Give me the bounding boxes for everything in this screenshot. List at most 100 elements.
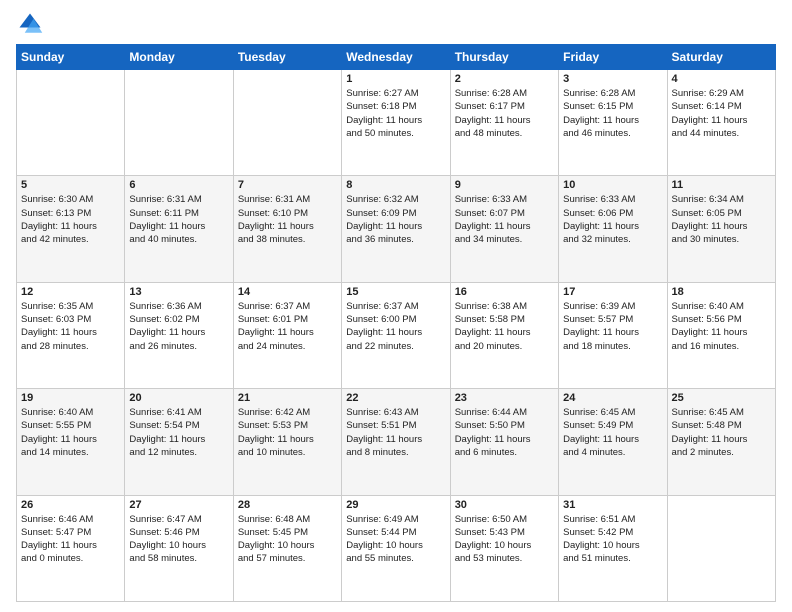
calendar-cell (17, 70, 125, 176)
day-info: Sunrise: 6:45 AM Sunset: 5:49 PM Dayligh… (563, 406, 662, 459)
weekday-header-saturday: Saturday (667, 45, 775, 70)
calendar-cell: 28Sunrise: 6:48 AM Sunset: 5:45 PM Dayli… (233, 495, 341, 601)
calendar-cell: 14 Sunrise: 6:37 AM Sunset: 6:01 PM Dayli… (233, 282, 341, 388)
day-info: Sunrise: 6:37 AM Sunset: 6:01 PM Dayligh… (238, 300, 337, 353)
day-info: Sunrise: 6:33 AM Sunset: 6:06 PM Dayligh… (563, 193, 662, 246)
calendar-cell: 7Sunrise: 6:31 AM Sunset: 6:10 PM Daylig… (233, 176, 341, 282)
calendar-week-row: 1 Sunrise: 6:27 AM Sunset: 6:18 PM Daylig… (17, 70, 776, 176)
day-number: 25 (672, 392, 771, 404)
day-info: Sunrise: 6:33 AM Sunset: 6:07 PM Dayligh… (455, 193, 554, 246)
calendar-week-row: 5Sunrise: 6:30 AM Sunset: 6:13 PM Daylig… (17, 176, 776, 282)
day-number: 11 (672, 179, 771, 191)
day-number: 18 (672, 286, 771, 298)
header (16, 10, 776, 38)
calendar-cell: 31 Sunrise: 6:51 AM Sunset: 5:42 PM Dayli… (559, 495, 667, 601)
day-info: Sunrise: 6:38 AM Sunset: 5:58 PM Dayligh… (455, 300, 554, 353)
day-info: Sunrise: 6:28 AM Sunset: 6:15 PM Dayligh… (563, 87, 662, 140)
calendar-cell: 19 Sunrise: 6:40 AM Sunset: 5:55 PM Dayli… (17, 389, 125, 495)
day-number: 24 (563, 392, 662, 404)
calendar-cell: 30Sunrise: 6:50 AM Sunset: 5:43 PM Dayli… (450, 495, 558, 601)
day-info: Sunrise: 6:42 AM Sunset: 5:53 PM Dayligh… (238, 406, 337, 459)
day-info: Sunrise: 6:49 AM Sunset: 5:44 PM Dayligh… (346, 513, 445, 566)
calendar-cell: 15 Sunrise: 6:37 AM Sunset: 6:00 PM Dayli… (342, 282, 450, 388)
calendar-cell (233, 70, 341, 176)
day-info: Sunrise: 6:39 AM Sunset: 5:57 PM Dayligh… (563, 300, 662, 353)
calendar-cell: 25 Sunrise: 6:45 AM Sunset: 5:48 PM Dayli… (667, 389, 775, 495)
day-info: Sunrise: 6:28 AM Sunset: 6:17 PM Dayligh… (455, 87, 554, 140)
logo (16, 10, 48, 38)
day-number: 9 (455, 179, 554, 191)
weekday-header-tuesday: Tuesday (233, 45, 341, 70)
day-number: 29 (346, 499, 445, 511)
calendar-cell: 16 Sunrise: 6:38 AM Sunset: 5:58 PM Dayli… (450, 282, 558, 388)
calendar-cell: 2 Sunrise: 6:28 AM Sunset: 6:17 PM Daylig… (450, 70, 558, 176)
calendar-cell: 26Sunrise: 6:46 AM Sunset: 5:47 PM Dayli… (17, 495, 125, 601)
calendar-cell: 5Sunrise: 6:30 AM Sunset: 6:13 PM Daylig… (17, 176, 125, 282)
day-number: 17 (563, 286, 662, 298)
calendar-cell: 18 Sunrise: 6:40 AM Sunset: 5:56 PM Dayli… (667, 282, 775, 388)
calendar-cell: 21 Sunrise: 6:42 AM Sunset: 5:53 PM Dayli… (233, 389, 341, 495)
weekday-header-monday: Monday (125, 45, 233, 70)
day-number: 3 (563, 73, 662, 85)
day-info: Sunrise: 6:37 AM Sunset: 6:00 PM Dayligh… (346, 300, 445, 353)
day-number: 27 (129, 499, 228, 511)
day-info: Sunrise: 6:34 AM Sunset: 6:05 PM Dayligh… (672, 193, 771, 246)
day-number: 1 (346, 73, 445, 85)
calendar-cell: 13Sunrise: 6:36 AM Sunset: 6:02 PM Dayli… (125, 282, 233, 388)
day-number: 21 (238, 392, 337, 404)
day-number: 6 (129, 179, 228, 191)
calendar-week-row: 19 Sunrise: 6:40 AM Sunset: 5:55 PM Dayli… (17, 389, 776, 495)
day-info: Sunrise: 6:47 AM Sunset: 5:46 PM Dayligh… (129, 513, 228, 566)
day-info: Sunrise: 6:29 AM Sunset: 6:14 PM Dayligh… (672, 87, 771, 140)
day-info: Sunrise: 6:41 AM Sunset: 5:54 PM Dayligh… (129, 406, 228, 459)
day-number: 5 (21, 179, 120, 191)
day-info: Sunrise: 6:31 AM Sunset: 6:11 PM Dayligh… (129, 193, 228, 246)
day-number: 10 (563, 179, 662, 191)
day-number: 14 (238, 286, 337, 298)
calendar-cell: 8 Sunrise: 6:32 AM Sunset: 6:09 PM Daylig… (342, 176, 450, 282)
day-info: Sunrise: 6:32 AM Sunset: 6:09 PM Dayligh… (346, 193, 445, 246)
day-number: 30 (455, 499, 554, 511)
calendar-cell: 1 Sunrise: 6:27 AM Sunset: 6:18 PM Daylig… (342, 70, 450, 176)
weekday-header-wednesday: Wednesday (342, 45, 450, 70)
day-info: Sunrise: 6:40 AM Sunset: 5:55 PM Dayligh… (21, 406, 120, 459)
calendar-cell: 12 Sunrise: 6:35 AM Sunset: 6:03 PM Dayli… (17, 282, 125, 388)
calendar-cell: 9 Sunrise: 6:33 AM Sunset: 6:07 PM Daylig… (450, 176, 558, 282)
calendar-week-row: 12 Sunrise: 6:35 AM Sunset: 6:03 PM Dayli… (17, 282, 776, 388)
calendar-cell (667, 495, 775, 601)
calendar-header-row: SundayMondayTuesdayWednesdayThursdayFrid… (17, 45, 776, 70)
day-info: Sunrise: 6:46 AM Sunset: 5:47 PM Dayligh… (21, 513, 120, 566)
day-info: Sunrise: 6:44 AM Sunset: 5:50 PM Dayligh… (455, 406, 554, 459)
calendar-table: SundayMondayTuesdayWednesdayThursdayFrid… (16, 44, 776, 602)
calendar-cell: 27 Sunrise: 6:47 AM Sunset: 5:46 PM Dayli… (125, 495, 233, 601)
calendar-cell: 23Sunrise: 6:44 AM Sunset: 5:50 PM Dayli… (450, 389, 558, 495)
day-number: 4 (672, 73, 771, 85)
calendar-cell: 24 Sunrise: 6:45 AM Sunset: 5:49 PM Dayli… (559, 389, 667, 495)
day-number: 19 (21, 392, 120, 404)
calendar-cell (125, 70, 233, 176)
day-number: 2 (455, 73, 554, 85)
day-info: Sunrise: 6:45 AM Sunset: 5:48 PM Dayligh… (672, 406, 771, 459)
day-info: Sunrise: 6:36 AM Sunset: 6:02 PM Dayligh… (129, 300, 228, 353)
calendar-week-row: 26Sunrise: 6:46 AM Sunset: 5:47 PM Dayli… (17, 495, 776, 601)
page: SundayMondayTuesdayWednesdayThursdayFrid… (0, 0, 792, 612)
calendar-cell: 11 Sunrise: 6:34 AM Sunset: 6:05 PM Dayli… (667, 176, 775, 282)
calendar-cell: 29 Sunrise: 6:49 AM Sunset: 5:44 PM Dayli… (342, 495, 450, 601)
day-info: Sunrise: 6:48 AM Sunset: 5:45 PM Dayligh… (238, 513, 337, 566)
day-number: 20 (129, 392, 228, 404)
day-info: Sunrise: 6:51 AM Sunset: 5:42 PM Dayligh… (563, 513, 662, 566)
day-number: 8 (346, 179, 445, 191)
day-info: Sunrise: 6:27 AM Sunset: 6:18 PM Dayligh… (346, 87, 445, 140)
day-info: Sunrise: 6:35 AM Sunset: 6:03 PM Dayligh… (21, 300, 120, 353)
day-number: 15 (346, 286, 445, 298)
calendar-cell: 3 Sunrise: 6:28 AM Sunset: 6:15 PM Daylig… (559, 70, 667, 176)
calendar-cell: 17 Sunrise: 6:39 AM Sunset: 5:57 PM Dayli… (559, 282, 667, 388)
day-info: Sunrise: 6:40 AM Sunset: 5:56 PM Dayligh… (672, 300, 771, 353)
calendar-cell: 6 Sunrise: 6:31 AM Sunset: 6:11 PM Daylig… (125, 176, 233, 282)
calendar-cell: 20 Sunrise: 6:41 AM Sunset: 5:54 PM Dayli… (125, 389, 233, 495)
day-info: Sunrise: 6:43 AM Sunset: 5:51 PM Dayligh… (346, 406, 445, 459)
day-number: 31 (563, 499, 662, 511)
calendar-cell: 22Sunrise: 6:43 AM Sunset: 5:51 PM Dayli… (342, 389, 450, 495)
day-number: 16 (455, 286, 554, 298)
day-number: 12 (21, 286, 120, 298)
